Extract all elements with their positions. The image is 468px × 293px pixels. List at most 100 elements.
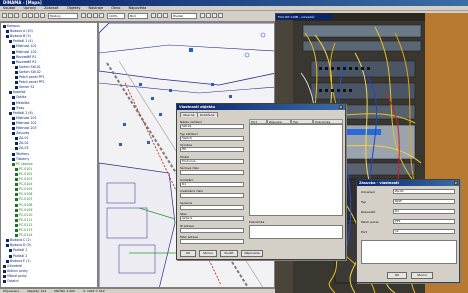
device-icon[interactable]	[119, 143, 122, 146]
dialog-title: Vlastnosti objektu	[177, 104, 345, 110]
folder-icon	[15, 223, 18, 227]
cancel-button[interactable]: Storno	[411, 272, 433, 279]
tree-item-label: Tiskárny	[16, 156, 30, 161]
view-select[interactable]: Bod	[128, 13, 148, 19]
field-input[interactable]: PP1	[393, 219, 455, 224]
status-object-count: Objekty: 124	[27, 289, 47, 293]
tree-item-label: Podlaží 2 (6)	[13, 110, 33, 115]
field-input[interactable]: SW-01	[180, 124, 244, 129]
paste-icon[interactable]	[40, 13, 45, 18]
help-button[interactable]: Nápověda	[241, 250, 263, 257]
object-tree-panel[interactable]: Kampus Budova A (10) Budova B (3) Podlaží 1…	[0, 22, 98, 288]
field-input[interactable]: Switch	[180, 135, 244, 141]
zoom-in-icon[interactable]	[93, 13, 98, 18]
cut-icon[interactable]	[28, 13, 33, 18]
device-icon[interactable]	[151, 97, 154, 100]
folder-icon	[15, 76, 18, 79]
tree-item[interactable]: Ostatní	[1, 279, 19, 284]
field-input[interactable]	[180, 239, 244, 244]
device-icon[interactable]	[139, 83, 142, 86]
tree-item-label: PC-0105	[19, 187, 33, 192]
save-icon[interactable]	[14, 13, 19, 18]
refresh-icon[interactable]	[206, 13, 211, 18]
line-icon[interactable]	[151, 13, 156, 18]
layer-select[interactable]: Moduly	[48, 13, 78, 19]
tab-general[interactable]: Obecné	[180, 112, 198, 117]
field-input[interactable]: ProCurve	[180, 158, 244, 164]
field-input[interactable]: 12	[393, 229, 455, 234]
search-field[interactable]: Hledat	[171, 13, 197, 19]
folder-icon	[12, 162, 15, 166]
ok-button[interactable]: OK	[180, 250, 196, 257]
text-icon[interactable]	[163, 13, 168, 18]
tree-item-label: Kampus	[7, 24, 20, 28]
device-icon[interactable]	[147, 141, 150, 144]
folder-icon	[15, 213, 18, 217]
folder-icon	[12, 116, 15, 120]
connection-list[interactable]	[361, 240, 457, 264]
ok-button[interactable]: OK	[387, 272, 407, 279]
help-icon[interactable]	[218, 13, 223, 18]
folder-icon	[9, 254, 12, 258]
field-input[interactable]: R1	[393, 209, 455, 214]
folder-icon	[15, 142, 18, 146]
copy-icon[interactable]	[34, 13, 39, 18]
close-icon[interactable]: ×	[454, 181, 458, 185]
outlet-dialog: Zásuvka - vlastnosti × Označení ZA-01 Typ R…	[356, 179, 460, 283]
device-icon[interactable]	[123, 123, 126, 126]
zoom-out-icon[interactable]	[99, 13, 104, 18]
hand-icon[interactable]	[87, 13, 92, 18]
settings-icon[interactable]	[212, 13, 217, 18]
device-icon[interactable]	[159, 113, 162, 116]
menu-item-edit[interactable]: Úpravy	[24, 6, 37, 10]
note-field[interactable]	[249, 225, 343, 239]
folder-icon	[12, 45, 15, 49]
tree-item-label: Ostatní	[7, 279, 19, 283]
field-input[interactable]	[180, 227, 244, 233]
pointer-icon[interactable]	[81, 13, 86, 18]
close-icon[interactable]: ×	[339, 105, 343, 109]
port-list[interactable]	[249, 124, 343, 216]
apply-button[interactable]: Použít	[220, 250, 238, 257]
field-input[interactable]: R1	[180, 181, 244, 187]
device-icon[interactable]	[189, 48, 193, 52]
tree-item-label: PC-0103	[19, 177, 33, 181]
application-window: DINAMA - [Mapa] Soubor Úpravy Zobrazit O…	[0, 0, 468, 293]
menu-item-objects[interactable]: Objekty	[67, 6, 81, 10]
print-icon[interactable]	[22, 13, 27, 18]
tree-item-label: ZA-02	[19, 141, 29, 146]
device-icon[interactable]	[169, 89, 172, 92]
menu-item-view[interactable]: Zobrazit	[44, 6, 59, 10]
field-input[interactable]: RJ45	[393, 199, 455, 204]
device-icon[interactable]	[211, 83, 214, 86]
rect-icon[interactable]	[157, 13, 162, 18]
status-bar: Připraveno Objekty: 124 Měřítko 1:200 X:…	[0, 288, 275, 293]
field-input[interactable]: Aktivní	[180, 216, 244, 221]
photo-caption: Foto RP 110B - rozvaděč	[276, 14, 332, 20]
tree-item-label: Rozvaděč R1	[16, 54, 37, 59]
menu-item-help[interactable]: Nápověda	[129, 6, 147, 10]
new-icon[interactable]	[2, 13, 7, 18]
search-icon[interactable]	[200, 13, 205, 18]
field-label: Typ	[361, 200, 367, 204]
cancel-button[interactable]: Storno	[199, 250, 217, 257]
properties-dialog: Vlastnosti objektu × Obecné Rozšířené Ná…	[176, 103, 346, 260]
tree-item-label: ZA-03	[19, 146, 29, 151]
tab-advanced[interactable]: Rozšířené	[197, 112, 218, 117]
folder-icon	[6, 35, 9, 39]
tree-item-label: Patch panel PP1	[19, 75, 45, 79]
menu-item-window[interactable]: Okno	[111, 6, 120, 10]
menu-item-tools[interactable]: Nástroje	[89, 6, 104, 10]
field-input[interactable]: HP	[180, 147, 244, 152]
menu-item-file[interactable]: Soubor	[3, 6, 15, 10]
field-input[interactable]	[180, 193, 244, 198]
device-icon[interactable]	[229, 95, 232, 98]
folder-icon	[15, 229, 18, 232]
tree-item-label: ZA-01	[19, 136, 29, 141]
field-input[interactable]	[180, 170, 244, 175]
field-input[interactable]	[180, 204, 244, 210]
field-input[interactable]: ZA-01	[393, 189, 455, 194]
field-label: Rozvaděč	[361, 210, 376, 214]
open-icon[interactable]	[8, 13, 13, 18]
zoom-select[interactable]: 100%	[107, 13, 125, 19]
